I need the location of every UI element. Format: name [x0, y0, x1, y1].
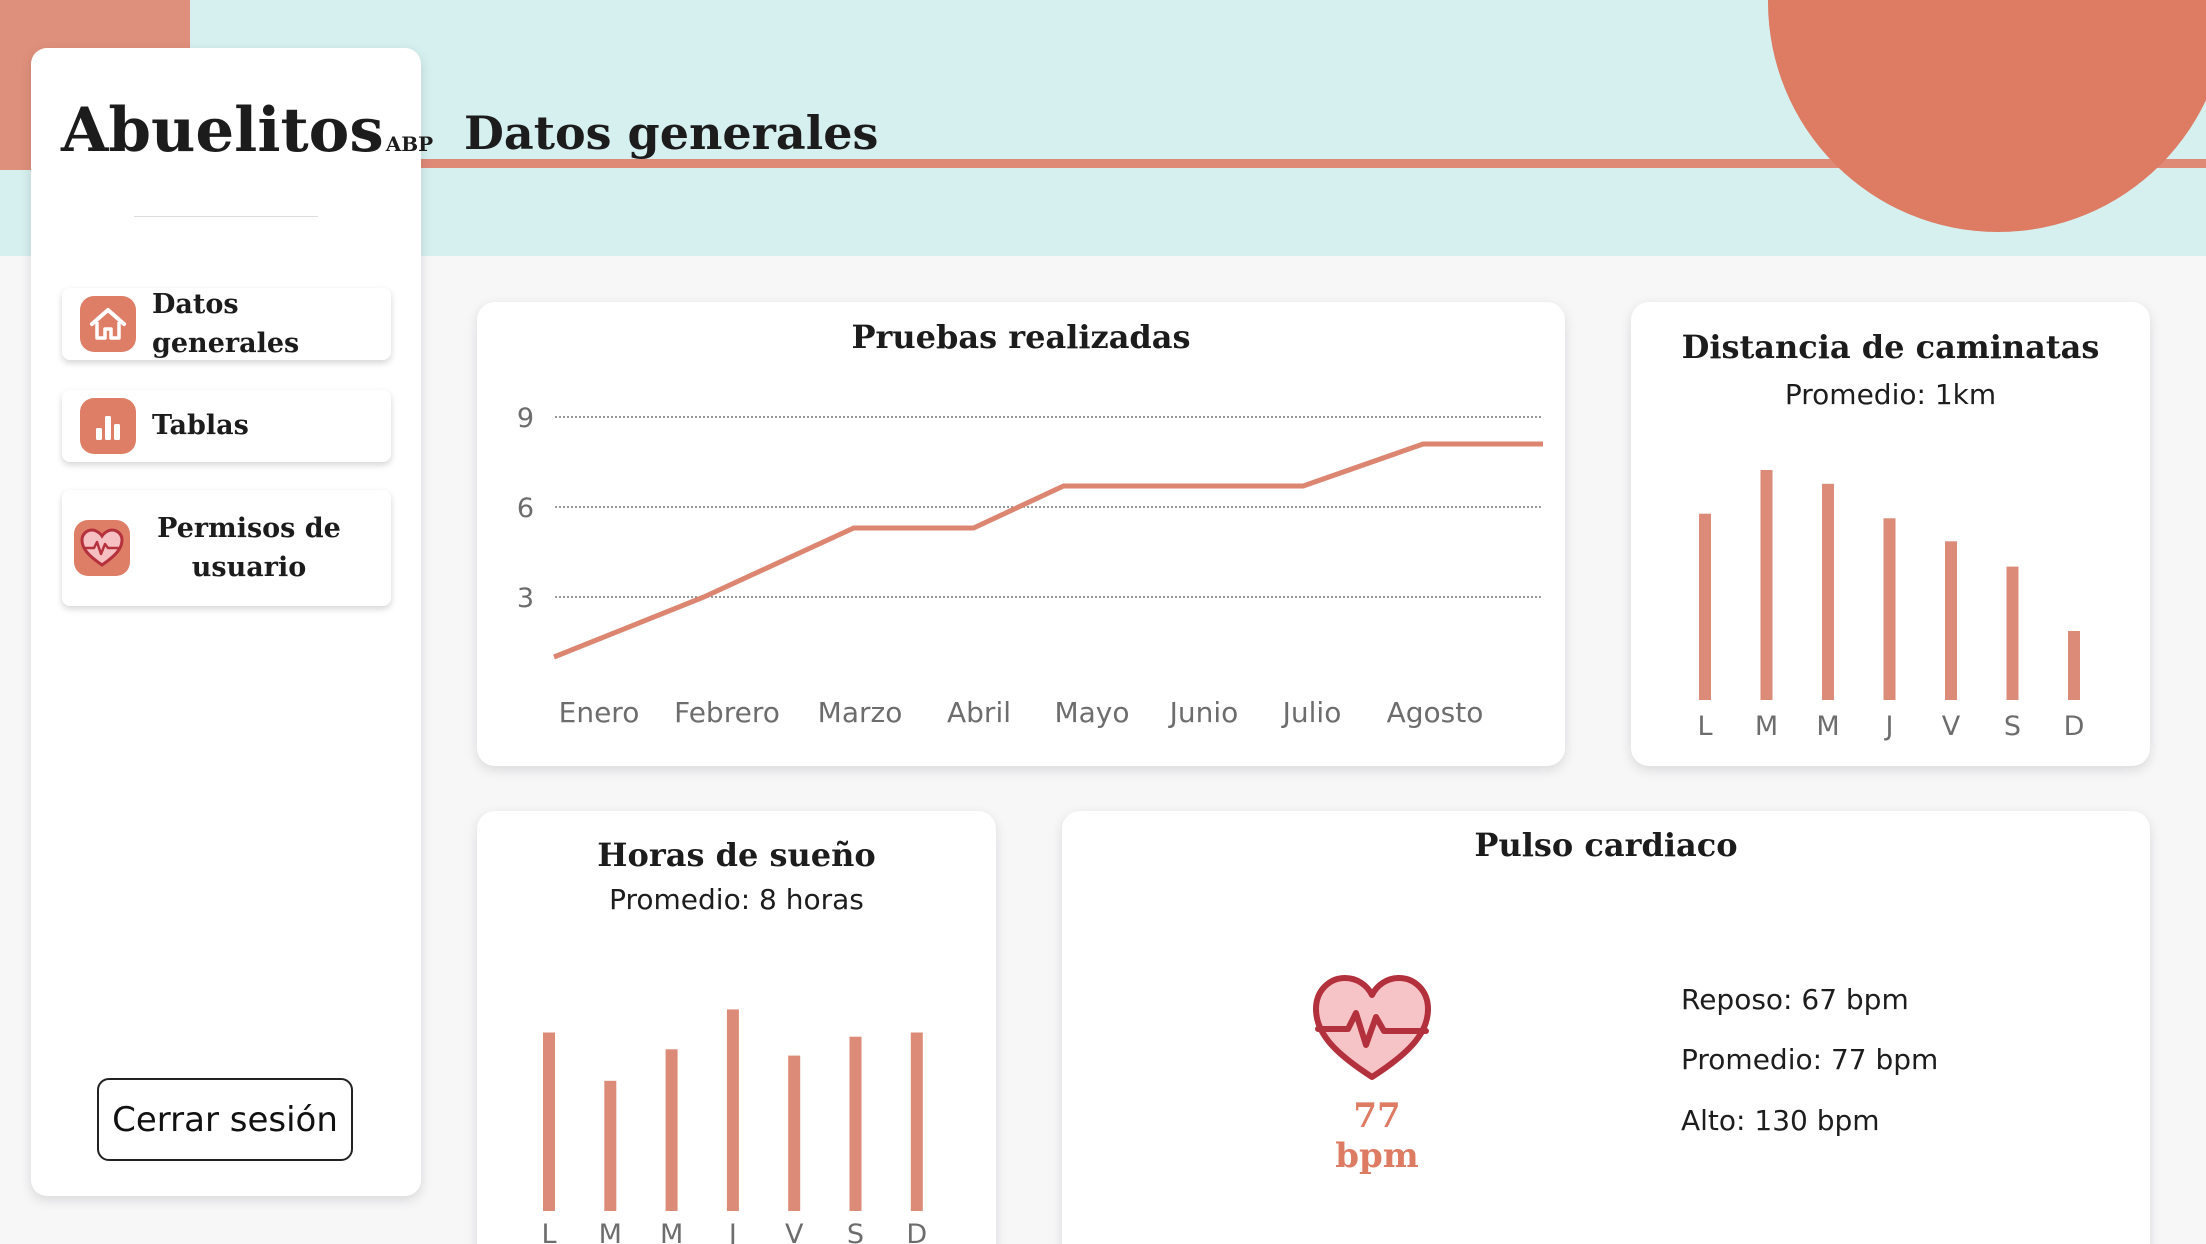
x-tick-label: M	[1755, 711, 1778, 742]
sidebar-item-label: Tablas	[152, 410, 249, 442]
x-tick-label: Mayo	[1054, 696, 1129, 729]
x-tick-label: Agosto	[1387, 696, 1484, 729]
card-pruebas-realizadas: Pruebas realizadas 3 6 9 Enero Febrero Marzo A…	[477, 302, 1565, 766]
pulse-stat-promedio: Promedio: 77 bpm	[1681, 1043, 1939, 1076]
x-tick-label: L	[1697, 711, 1712, 742]
sidebar-item-tablas[interactable]: Tablas	[62, 390, 391, 462]
x-tick-label: Abril	[947, 696, 1011, 729]
bar	[543, 1032, 555, 1211]
x-tick-label: J	[1884, 711, 1894, 742]
card-pulso-cardiaco: Pulso cardiaco 77 bpm Reposo: 67 bpm Pro…	[1062, 811, 2150, 1244]
logout-button[interactable]: Cerrar sesión	[97, 1078, 353, 1161]
line-chart-pruebas: 3 6 9 Enero Febrero Marzo Abril Mayo Junio Julio A…	[517, 403, 1543, 729]
x-tick-label: V	[1942, 711, 1961, 742]
app-name: Abuelitos	[61, 95, 384, 166]
bar	[910, 1032, 923, 1211]
bar	[2068, 631, 2080, 700]
bar	[2006, 566, 2019, 700]
x-tick-label: D	[2064, 711, 2085, 742]
pulse-stat-alto: Alto: 130 bpm	[1681, 1104, 1880, 1137]
bar	[604, 1080, 617, 1211]
y-tick-label: 3	[517, 583, 534, 614]
page-title: Datos generales	[464, 106, 879, 160]
bar	[1883, 518, 1896, 700]
bar	[1699, 513, 1711, 700]
x-tick-label: Julio	[1281, 696, 1342, 729]
x-tick-label: S	[2004, 711, 2021, 742]
bar	[665, 1049, 678, 1211]
bar-chart-distancia: LMMJVSD	[1697, 470, 2085, 742]
bar	[788, 1055, 801, 1211]
home-icon	[80, 296, 136, 352]
app-suffix: ABP	[385, 132, 434, 156]
current-pulse-value: 77 bpm	[1335, 1096, 1419, 1176]
bar	[849, 1036, 862, 1211]
pulse-stat-reposo: Reposo: 67 bpm	[1681, 983, 1909, 1016]
bar-chart-sueno: LMMJVSD	[541, 1009, 927, 1244]
sidebar-item-permisos[interactable]: Permisos de usuario	[62, 490, 391, 606]
card-horas-sueno: Horas de sueño Promedio: 8 horas LMMJVSD	[477, 811, 996, 1244]
x-tick-label: J	[727, 1219, 737, 1244]
bar	[1760, 470, 1773, 700]
x-tick-label: V	[785, 1219, 804, 1244]
bar	[1822, 483, 1834, 700]
y-tick-label: 6	[517, 493, 534, 524]
x-tick-label: M	[660, 1219, 683, 1244]
x-tick-label: M	[1816, 711, 1839, 742]
card-title: Pulso cardiaco	[1474, 826, 1738, 864]
x-tick-label: L	[541, 1219, 556, 1244]
sidebar-item-label: Datos generales	[152, 288, 300, 359]
series-line	[553, 441, 1543, 660]
bar	[726, 1009, 739, 1211]
card-distancia-caminatas: Distancia de caminatas Promedio: 1km LMM…	[1631, 302, 2150, 766]
heart-pulse-icon	[74, 520, 130, 576]
x-tick-label: Febrero	[674, 696, 780, 729]
heart-pulse-icon	[1313, 975, 1431, 1080]
sidebar: Abuelitos ABP Datos generales Tablas Per…	[31, 48, 433, 1196]
x-tick-label: S	[847, 1219, 864, 1244]
x-tick-label: D	[906, 1219, 927, 1244]
x-tick-label: Marzo	[818, 696, 903, 729]
y-tick-label: 9	[517, 403, 534, 434]
bar-chart-icon	[80, 398, 136, 454]
app-logo: Abuelitos ABP	[61, 94, 433, 167]
x-tick-label: Junio	[1168, 696, 1239, 729]
x-tick-label: Enero	[559, 696, 640, 729]
logo-divider	[134, 216, 318, 217]
bar	[1945, 541, 1957, 700]
x-tick-label: M	[599, 1219, 622, 1244]
sidebar-item-label: Permisos de usuario	[157, 512, 341, 583]
sidebar-item-datos-generales[interactable]: Datos generales	[62, 288, 391, 360]
